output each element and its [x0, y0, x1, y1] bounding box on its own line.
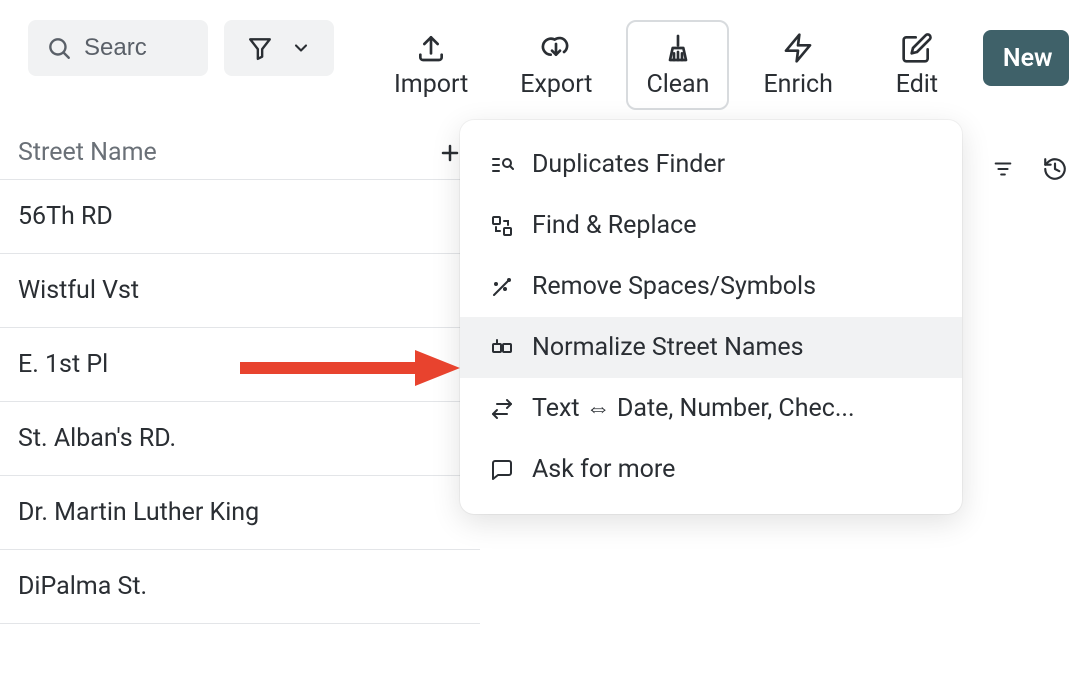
- menu-label: Find & Replace: [532, 211, 696, 240]
- filter-button[interactable]: [224, 20, 334, 76]
- table-row[interactable]: St. Alban's RD.: [0, 402, 480, 476]
- clean-label: Clean: [646, 70, 709, 99]
- export-button[interactable]: Export: [502, 20, 610, 110]
- export-label: Export: [520, 70, 592, 99]
- search-box[interactable]: [28, 20, 208, 76]
- menu-normalize-street-names[interactable]: Normalize Street Names: [460, 317, 962, 378]
- header-right-icons: [992, 156, 1068, 182]
- new-label: New: [1003, 44, 1053, 73]
- import-label: Import: [394, 70, 468, 99]
- broom-icon: [662, 32, 694, 64]
- table-row[interactable]: Wistful Vst: [0, 254, 480, 328]
- enrich-label: Enrich: [763, 70, 832, 99]
- bolt-icon: [782, 32, 814, 64]
- menu-text-convert[interactable]: Text ⇔ Date, Number, Chec...: [460, 378, 962, 439]
- edit-label: Edit: [896, 70, 938, 99]
- toolbar: Import Export Clean Enrich Edit New: [0, 0, 1090, 120]
- table-row[interactable]: Dr. Martin Luther King: [0, 476, 480, 550]
- menu-label: Remove Spaces/Symbols: [532, 272, 816, 301]
- import-button[interactable]: Import: [376, 20, 486, 110]
- wand-icon: [490, 275, 514, 299]
- new-button[interactable]: New: [983, 30, 1069, 86]
- edit-button[interactable]: Edit: [867, 20, 967, 110]
- convert-icon: [490, 397, 514, 421]
- clean-dropdown: Duplicates Finder Find & Replace Remove …: [460, 120, 962, 514]
- search-icon: [46, 35, 72, 61]
- search-input[interactable]: [84, 34, 190, 62]
- annotation-arrow: [240, 346, 460, 390]
- find-replace-icon: [490, 214, 514, 238]
- menu-ask-for-more[interactable]: Ask for more: [460, 439, 962, 500]
- clean-button[interactable]: Clean: [626, 20, 729, 110]
- download-cloud-icon: [540, 32, 572, 64]
- edit-icon: [901, 32, 933, 64]
- table-row[interactable]: DiPalma St.: [0, 550, 480, 624]
- menu-duplicates-finder[interactable]: Duplicates Finder: [460, 134, 962, 195]
- upload-icon: [415, 32, 447, 64]
- data-rows: 56Th RD Wistful Vst E. 1st Pl St. Alban'…: [0, 180, 480, 624]
- column-header: Street Name: [0, 120, 480, 180]
- column-name: Street Name: [18, 138, 157, 167]
- menu-label: Ask for more: [532, 455, 675, 484]
- add-column-icon[interactable]: [438, 141, 462, 165]
- table-row[interactable]: 56Th RD: [0, 180, 480, 254]
- menu-label: Normalize Street Names: [532, 333, 804, 362]
- menu-remove-spaces[interactable]: Remove Spaces/Symbols: [460, 256, 962, 317]
- menu-label: Duplicates Finder: [532, 150, 725, 179]
- enrich-button[interactable]: Enrich: [745, 20, 850, 110]
- history-icon[interactable]: [1042, 156, 1068, 182]
- menu-label: Text ⇔ Date, Number, Chec...: [532, 394, 855, 423]
- menu-find-replace[interactable]: Find & Replace: [460, 195, 962, 256]
- filter-small-icon[interactable]: [992, 158, 1014, 180]
- filter-icon: [247, 35, 273, 61]
- duplicates-icon: [490, 153, 514, 177]
- chevron-down-icon: [291, 38, 311, 58]
- chat-icon: [490, 458, 514, 482]
- normalize-icon: [490, 336, 514, 360]
